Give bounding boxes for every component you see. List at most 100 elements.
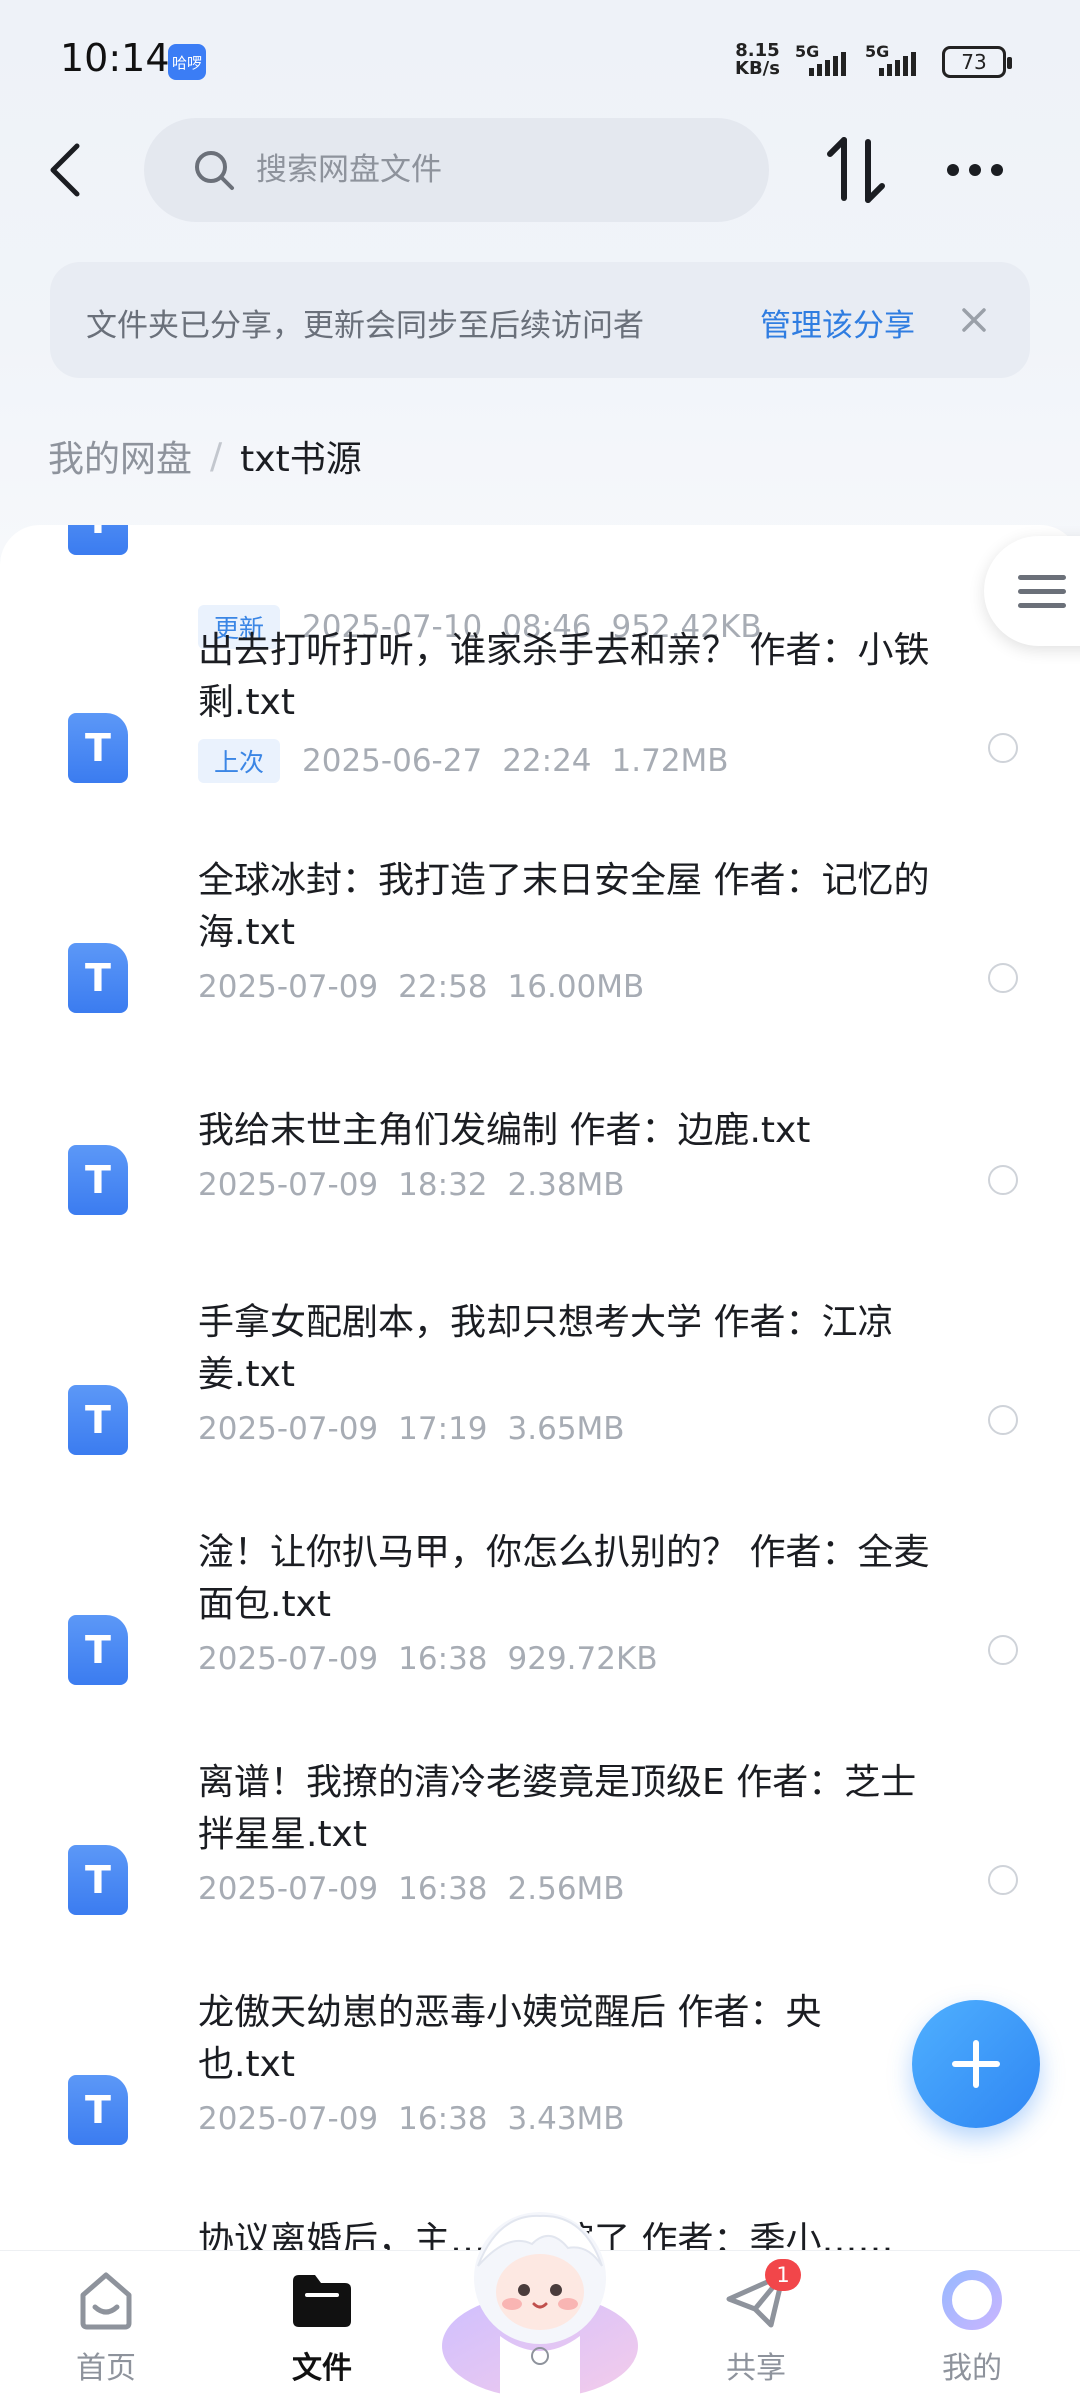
status-time: 10:14 <box>60 36 170 80</box>
breadcrumb-root[interactable]: 我的网盘 <box>48 430 192 482</box>
profile-icon <box>942 2270 1002 2330</box>
nav-home-label: 首页 <box>76 2351 136 2386</box>
file-size: 1.72MB <box>611 743 729 779</box>
breadcrumb-separator: / <box>210 435 223 477</box>
more-dot-icon <box>947 164 959 176</box>
file-time: 16:38 <box>398 1871 488 1907</box>
file-date: 2025-06-27 <box>302 743 483 779</box>
nav-share-label: 共享 <box>726 2351 786 2386</box>
file-item[interactable]: T 淦！让你扒马甲，你怎么扒别的？ 作者：全麦面包.txt 2025-07-09… <box>0 1527 1080 1747</box>
folder-icon <box>293 2275 351 2327</box>
mascot-icon <box>442 2212 638 2400</box>
txt-file-icon: T <box>68 1145 128 1215</box>
txt-file-icon: T <box>68 1615 128 1685</box>
manage-share-link[interactable]: 管理该分享 <box>760 300 915 345</box>
txt-file-icon: T <box>68 2075 128 2145</box>
file-meta: 2025-07-09 18:32 2.38MB <box>198 1167 625 1203</box>
file-size: 2.56MB <box>507 1871 625 1907</box>
battery-icon: 73 <box>942 46 1012 78</box>
menu-line-icon <box>1018 602 1066 608</box>
signal-icon: 5G <box>795 42 846 76</box>
file-name: 离谱！我撩的清冷老婆竟是顶级E 作者：芝士拌星星.txt <box>198 1762 917 1855</box>
txt-file-icon: T <box>68 1845 128 1915</box>
file-item[interactable]: T 全球冰封：我打造了末日安全屋 作者：记忆的海.txt 2025-07-09 … <box>0 855 1080 1075</box>
nav-mine[interactable]: 我的 <box>902 2265 1042 2387</box>
last-read-tag: 上次 <box>198 739 281 783</box>
file-date: 2025-07-09 <box>198 1871 379 1907</box>
home-icon <box>80 2272 132 2330</box>
file-name: 淦！让你扒马甲，你怎么扒别的？ 作者：全麦面包.txt <box>198 1532 930 1625</box>
back-arrow-icon <box>50 143 80 197</box>
file-item[interactable]: T 离谱！我撩的清冷老婆竟是顶级E 作者：芝士拌星星.txt 2025-07-0… <box>0 1757 1080 1977</box>
file-name: 我给末世主角们发编制 作者：边鹿.txt <box>198 1110 811 1151</box>
back-button[interactable] <box>30 130 100 210</box>
select-checkbox[interactable] <box>988 733 1018 763</box>
search-input[interactable] <box>256 152 736 188</box>
network-speed-unit: KB/s <box>735 58 780 79</box>
file-name: 手拿女配剧本，我却只想考大学 作者：江凉姜.txt <box>198 1302 894 1395</box>
txt-file-icon: T <box>68 1385 128 1455</box>
file-list: T 更新 2025-07-10 08:46 952.42KB T 出去打听打听，… <box>0 525 1080 2250</box>
more-options-button[interactable] <box>940 140 1010 200</box>
more-dot-icon <box>991 164 1003 176</box>
file-time: 16:38 <box>398 2101 488 2137</box>
file-date: 2025-07-09 <box>198 969 379 1005</box>
more-dot-icon <box>969 164 981 176</box>
search-icon <box>195 151 234 190</box>
file-date: 2025-07-09 <box>198 1641 379 1677</box>
file-time: 22:24 <box>502 743 592 779</box>
file-date: 2025-07-09 <box>198 2101 379 2137</box>
close-icon[interactable] <box>956 302 992 338</box>
add-button[interactable] <box>912 2000 1040 2128</box>
assistant-mascot-button[interactable] <box>438 2196 642 2400</box>
txt-file-icon: T <box>68 525 128 555</box>
file-item[interactable]: T 龙傲天幼崽的恶毒小姨觉醒后 作者：央也.txt 2025-07-09 16:… <box>0 1987 1080 2207</box>
menu-line-icon <box>1018 588 1066 594</box>
sort-button[interactable] <box>822 132 892 208</box>
app-notification-icon: 哈啰 <box>168 44 206 80</box>
share-notice-banner: 文件夹已分享，更新会同步至后续访问者 管理该分享 <box>50 262 1030 378</box>
file-time: 16:38 <box>398 1641 488 1677</box>
file-meta: 2025-07-09 16:38 929.72KB <box>198 1641 658 1677</box>
status-bar: 10:14 哈啰 8.15 KB/s 5G 5G 73 <box>0 0 1080 120</box>
signal-icon-2: 5G <box>865 42 916 76</box>
file-name: 全球冰封：我打造了末日安全屋 作者：记忆的海.txt <box>198 860 930 953</box>
file-date: 2025-07-09 <box>198 1411 379 1447</box>
select-checkbox[interactable] <box>988 963 1018 993</box>
nav-share[interactable]: 1 共享 <box>686 2259 826 2387</box>
file-name: 出去打听打听，谁家杀手去和亲？ 作者：小铁剩.txt <box>198 630 930 723</box>
search-bar[interactable] <box>144 118 769 222</box>
file-time: 22:58 <box>398 969 488 1005</box>
file-size: 2.38MB <box>507 1167 625 1203</box>
file-meta: 2025-07-09 16:38 3.43MB <box>198 2101 625 2137</box>
file-time: 18:32 <box>398 1167 488 1203</box>
nav-mine-label: 我的 <box>942 2351 1002 2386</box>
txt-file-icon: T <box>68 943 128 1013</box>
menu-line-icon <box>1018 574 1066 580</box>
file-meta: 上次 2025-06-27 22:24 1.72MB <box>198 739 729 783</box>
file-item[interactable]: T 手拿女配剧本，我却只想考大学 作者：江凉姜.txt 2025-07-09 1… <box>0 1297 1080 1517</box>
file-meta: 2025-07-09 17:19 3.65MB <box>198 1411 625 1447</box>
nav-files[interactable]: 文件 <box>252 2265 392 2387</box>
select-checkbox[interactable] <box>988 1635 1018 1665</box>
file-meta: 2025-07-09 16:38 2.56MB <box>198 1871 625 1907</box>
file-size: 929.72KB <box>507 1641 658 1677</box>
select-checkbox[interactable] <box>988 1405 1018 1435</box>
file-name: 龙傲天幼崽的恶毒小姨觉醒后 作者：央也.txt <box>198 1992 822 2085</box>
select-checkbox[interactable] <box>988 1165 1018 1195</box>
file-item[interactable]: T 出去打听打听，谁家杀手去和亲？ 作者：小铁剩.txt 上次 2025-06-… <box>0 625 1080 845</box>
plus-icon <box>952 2040 1000 2088</box>
share-badge: 1 <box>765 2259 801 2291</box>
breadcrumb: 我的网盘 / txt书源 <box>48 430 362 482</box>
breadcrumb-current: txt书源 <box>240 439 362 480</box>
nav-files-label: 文件 <box>292 2351 352 2386</box>
file-item[interactable]: T 我给末世主角们发编制 作者：边鹿.txt 2025-07-09 18:32 … <box>0 1105 1080 1255</box>
nav-home[interactable]: 首页 <box>36 2265 176 2387</box>
select-checkbox[interactable] <box>988 1865 1018 1895</box>
network-speed: 8.15 KB/s <box>735 42 780 78</box>
share-notice-text: 文件夹已分享，更新会同步至后续访问者 <box>86 308 644 344</box>
file-meta: 2025-07-09 22:58 16.00MB <box>198 969 644 1005</box>
file-size: 16.00MB <box>507 969 645 1005</box>
txt-file-icon: T <box>68 713 128 783</box>
file-date: 2025-07-09 <box>198 1167 379 1203</box>
